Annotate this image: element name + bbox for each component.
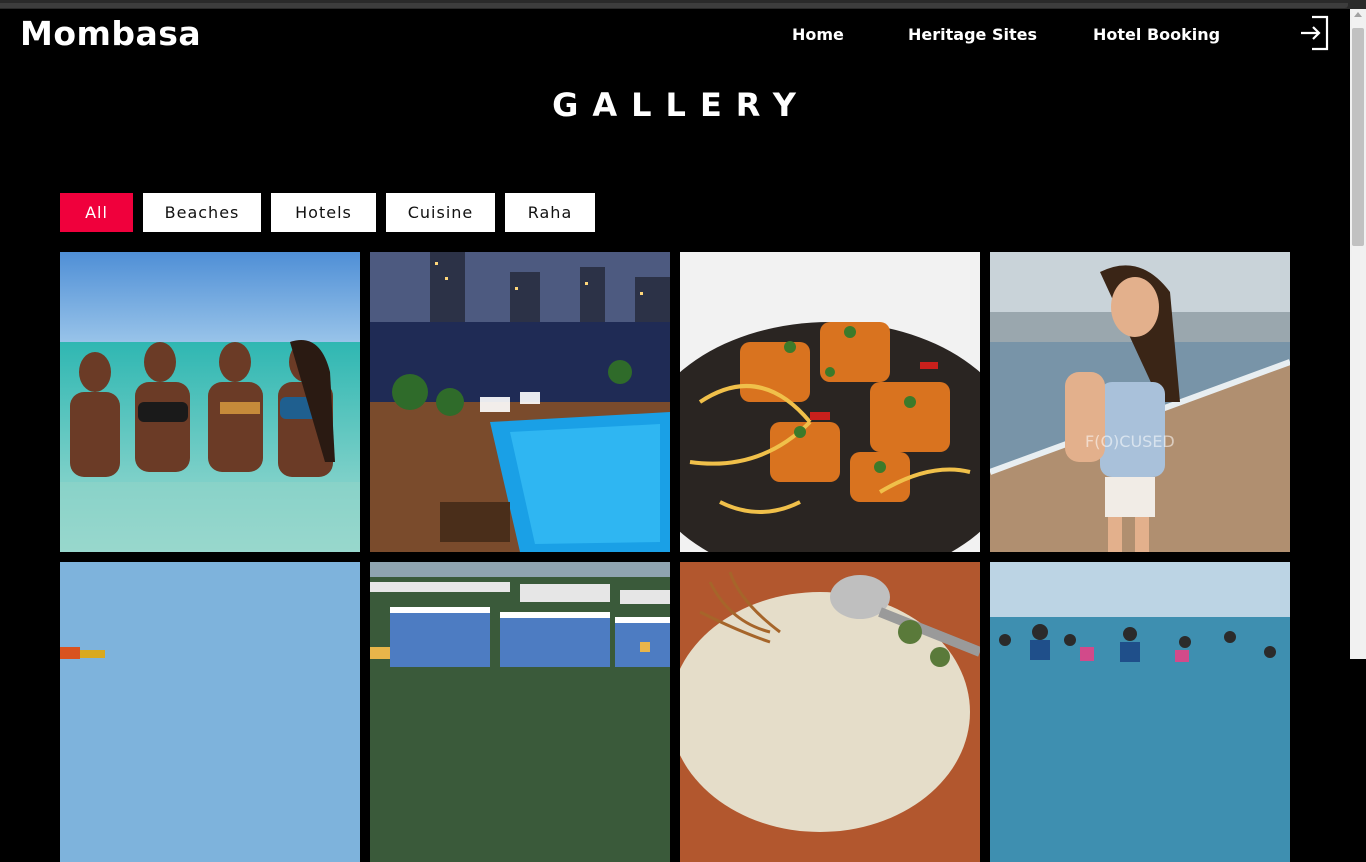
image-watermark: F(O)CUSED [1085,432,1175,451]
gallery-image-beach-sky[interactable] [60,562,360,862]
gallery-image-beach-crowd[interactable] [990,562,1290,862]
gallery-image-cuisine-plate[interactable] [680,562,980,862]
browser-top-edge [0,0,1366,9]
nav-heritage-sites[interactable]: Heritage Sites [908,25,1037,44]
scroll-up-arrow-icon[interactable] [1354,12,1362,17]
gallery-title: GALLERY [552,86,810,124]
gallery-image-beach-group[interactable] [60,252,360,552]
nav-hotel-booking[interactable]: Hotel Booking [1093,25,1220,44]
gallery-image-beach-woman[interactable]: F(O)CUSED [990,252,1290,552]
scrollbar-thumb[interactable] [1352,28,1364,246]
nav-home[interactable]: Home [792,25,844,44]
gallery-image-cuisine-dish[interactable] [680,252,980,552]
gallery-image-hotel-aerial[interactable] [370,562,670,862]
filter-all-button[interactable]: All [60,193,133,232]
filter-hotels-button[interactable]: Hotels [271,193,376,232]
gallery-image-hotel-pool[interactable] [370,252,670,552]
filter-raha-button[interactable]: Raha [505,193,595,232]
filter-beaches-button[interactable]: Beaches [143,193,261,232]
site-logo[interactable]: Mombasa [20,14,201,53]
filter-cuisine-button[interactable]: Cuisine [386,193,495,232]
sign-in-icon[interactable] [1298,14,1330,52]
